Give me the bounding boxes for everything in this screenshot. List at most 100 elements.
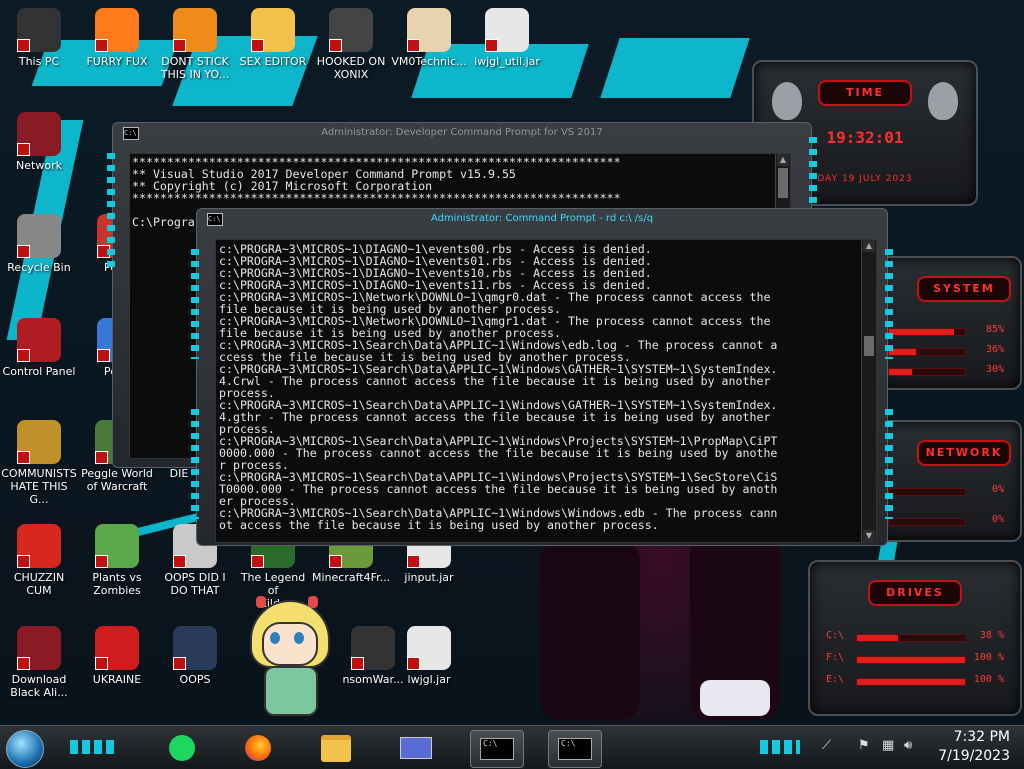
desktop-icon-label: VM0Technic... <box>391 55 467 68</box>
desktop-icon-label: lwjgl_util.jar <box>474 55 540 68</box>
desktop-icon-label: UKRAINE <box>92 673 142 686</box>
desktop-icon-label: This PC <box>18 55 60 68</box>
scroll-thumb[interactable] <box>778 168 788 198</box>
drive-bar-fill <box>857 635 899 641</box>
shortcut-arrow-icon <box>17 657 30 670</box>
drive-letter: C:\ <box>826 630 845 641</box>
shortcut-arrow-icon <box>485 39 498 52</box>
shortcut-arrow-icon <box>95 555 108 568</box>
desktop-icon-network[interactable]: Network <box>0 112 78 172</box>
show-hidden-icons-chevron-icon[interactable]: ⟋ <box>822 738 831 753</box>
desktop-icon-this-pc[interactable]: This PC <box>0 8 78 68</box>
communists-icon <box>17 420 61 464</box>
scroll-thumb[interactable] <box>864 336 874 356</box>
alien-head-icon <box>772 82 802 120</box>
console-app-icon: C:\ <box>558 738 592 760</box>
desktop-icon-recycle-bin[interactable]: Recycle Bin <box>0 214 78 274</box>
drive-pct: 100 % <box>973 674 1004 685</box>
scroll-up-arrow[interactable]: ▲ <box>863 240 875 252</box>
desktop-icon-ukraine[interactable]: UKRAINE <box>78 626 156 686</box>
drive-row: C:\ 38 % <box>826 630 1004 644</box>
taskbar-clock[interactable]: 7:32 PM 7/19/2023 <box>938 728 1010 766</box>
cmd-prompt-window[interactable]: C:\ Administrator: Command Prompt - rd c… <box>191 208 893 546</box>
cmd-prompt-title: Administrator: Command Prompt - rd c:\ /… <box>430 213 654 224</box>
console-app-icon: C:\ <box>207 213 223 226</box>
shortcut-arrow-icon <box>97 349 110 362</box>
flag-icon[interactable]: ⚑ <box>858 738 870 753</box>
desktop-icon-label: jinput.jar <box>404 571 454 584</box>
desktop-icon-lwjgl[interactable]: lwjgl.jar <box>390 626 468 686</box>
system-ram-row: 36% <box>884 344 1004 358</box>
taskbar-file-explorer[interactable] <box>310 730 362 766</box>
shortcut-arrow-icon <box>251 555 264 568</box>
system-swap-row: 30% <box>884 364 1004 378</box>
ransomware-icon <box>351 626 395 670</box>
furry-fux-icon <box>95 8 139 52</box>
frame-decoration <box>885 249 893 359</box>
console-line: ****************************************… <box>132 191 621 205</box>
desktop-icon-label: Download Black Ali... <box>10 673 68 699</box>
desktop-icon-furry-fux[interactable]: FURRY FUX <box>78 8 156 68</box>
drive-bar-fill <box>857 657 965 663</box>
cmd-prompt-scrollbar[interactable]: ▲ ▼ <box>861 240 876 542</box>
console-line: T0000.000 - The process cannot access th… <box>219 482 778 496</box>
taskbar-spotify[interactable] <box>156 730 208 766</box>
drive-bar-fill <box>857 679 965 685</box>
system-bar-fill <box>889 369 912 375</box>
desktop-icon-sex-editor[interactable]: SEX EDITOR <box>234 8 312 68</box>
shortcut-arrow-icon <box>17 349 30 362</box>
volume-icon[interactable]: 🔊︎ <box>904 738 912 753</box>
sex-editor-icon <box>251 8 295 52</box>
clock-date: 7/19/2023 <box>938 748 1010 764</box>
cmd-prompt-titlebar[interactable]: C:\ Administrator: Command Prompt - rd c… <box>197 209 887 229</box>
vs-prompt-title: Administrator: Developer Command Prompt … <box>321 127 603 138</box>
this-pc-icon <box>17 8 61 52</box>
desktop-icon-control-panel[interactable]: Control Panel <box>0 318 78 378</box>
taskbar-console-1[interactable]: C:\ <box>470 730 524 768</box>
network-widget-title: NETWORK <box>917 440 1011 466</box>
desktop-icon-chuzzin[interactable]: CHUZZIN CUM <box>0 524 78 597</box>
shortcut-arrow-icon <box>17 555 30 568</box>
shortcut-arrow-icon <box>173 657 186 670</box>
desktop-icon-hooked-on-xonix[interactable]: HOOKED ON XONIX <box>312 8 390 81</box>
taskbar-console-2[interactable]: C:\ <box>548 730 602 768</box>
cmd-prompt-console-area[interactable]: c:\PROGRA~3\MICROS~1\DIAGNO~1\events00.r… <box>215 239 877 543</box>
frame-decoration <box>191 409 199 519</box>
network-pct: 0% <box>991 484 1004 495</box>
desktop-icon-lwjgl-util[interactable]: lwjgl_util.jar <box>468 8 546 68</box>
taskbar-app[interactable] <box>390 730 442 766</box>
vs-prompt-titlebar[interactable]: C:\ Administrator: Developer Command Pro… <box>113 123 811 143</box>
vm0-icon <box>407 8 451 52</box>
desktop-icon-label: FURRY FUX <box>86 55 148 68</box>
star-butterfly-sticker <box>242 596 334 724</box>
scroll-up-arrow[interactable]: ▲ <box>777 154 789 166</box>
chuzzin-icon <box>17 524 61 568</box>
desktop-icon-pvz[interactable]: Plants vs Zombies <box>78 524 156 597</box>
drive-pct: 38 % <box>979 630 1004 641</box>
system-pct: 30% <box>985 364 1004 375</box>
desktop-icon-oops[interactable]: OOPS <box>156 626 234 686</box>
frame-decoration <box>191 249 199 359</box>
scroll-down-arrow[interactable]: ▼ <box>863 530 875 542</box>
desktop-icon-label: Plants vs Zombies <box>92 571 142 597</box>
start-button[interactable] <box>6 730 44 768</box>
network-icon <box>17 112 61 156</box>
drive-row: F:\ 100 % <box>826 652 1004 666</box>
desktop-icon-download-black[interactable]: Download Black Ali... <box>0 626 78 699</box>
network-tray-icon[interactable]: ▦ <box>882 738 894 753</box>
desktop-icon-vm0[interactable]: VM0Technic... <box>390 8 468 68</box>
wallpaper-sneaker <box>700 680 770 716</box>
shortcut-arrow-icon <box>17 245 30 258</box>
desktop-icon-communists[interactable]: COMMUNISTS HATE THIS G... <box>0 420 78 506</box>
time-widget-title: TIME <box>818 80 912 106</box>
shortcut-arrow-icon <box>407 657 420 670</box>
taskbar-firefox[interactable] <box>232 730 284 766</box>
network-widget: NETWORK 0% 0% <box>878 420 1022 542</box>
shortcut-arrow-icon <box>95 657 108 670</box>
shortcut-arrow-icon <box>329 555 342 568</box>
system-pct: 85% <box>985 324 1004 335</box>
network-row: 0% <box>884 514 1004 528</box>
desktop-icon-dont-stick[interactable]: DONT STICK THIS IN YO... <box>156 8 234 81</box>
console-line: 4.gthr - The process cannot access the f… <box>219 410 771 424</box>
drive-pct: 100 % <box>973 652 1004 663</box>
